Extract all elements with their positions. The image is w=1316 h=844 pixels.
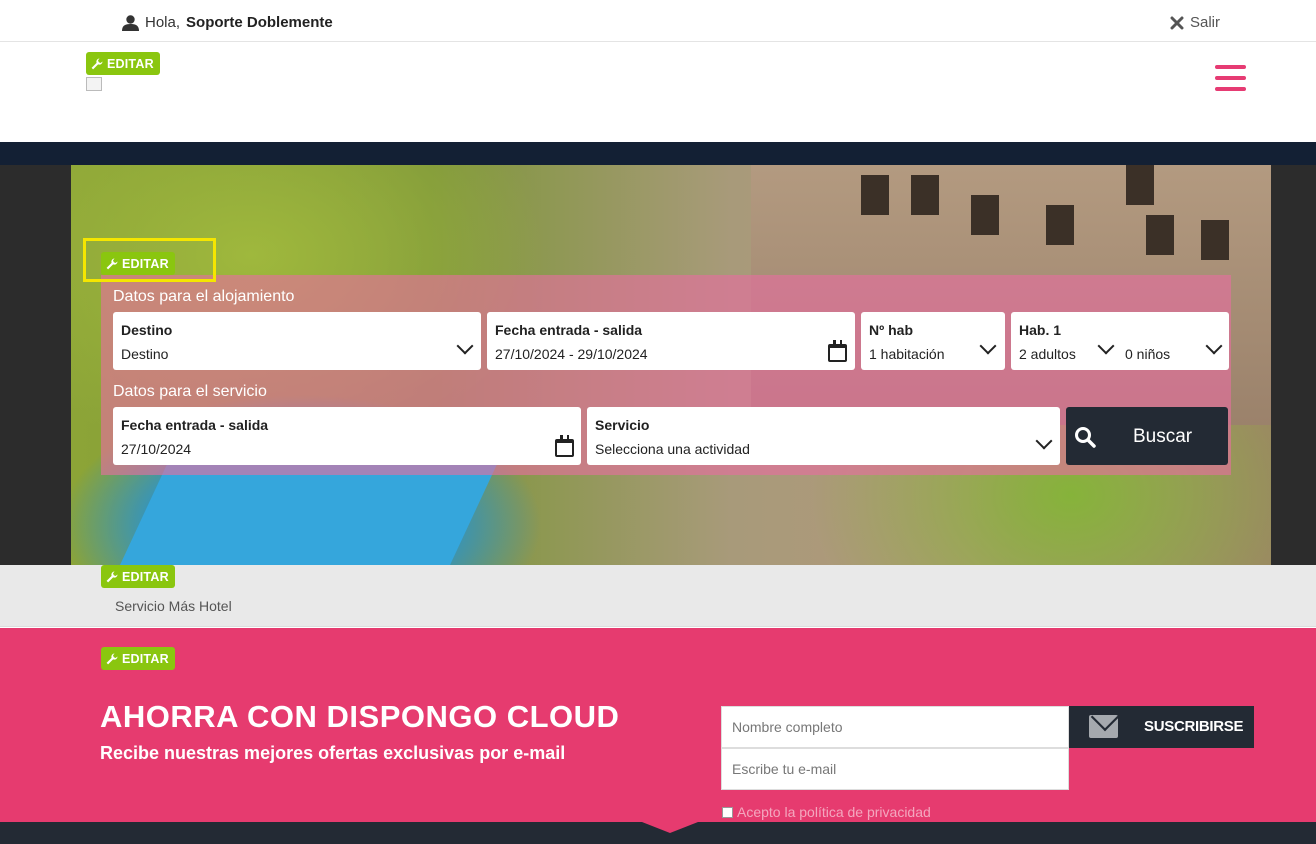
rooms-value: 1 habitación bbox=[869, 346, 945, 362]
edit-newsletter-button[interactable]: EDITAR bbox=[101, 647, 175, 670]
close-icon bbox=[1170, 16, 1184, 29]
wrench-icon bbox=[106, 653, 118, 664]
calendar-icon bbox=[555, 435, 574, 457]
user-icon bbox=[122, 14, 139, 31]
destino-title: Destino bbox=[121, 322, 173, 338]
rooms-title: Nº hab bbox=[869, 322, 914, 338]
edit-logo-button[interactable]: EDITAR bbox=[86, 52, 160, 75]
edit-label: EDITAR bbox=[122, 651, 169, 666]
calendar-icon bbox=[828, 340, 847, 362]
service-section-title: Datos para el servicio bbox=[113, 383, 267, 400]
hamburger-icon[interactable] bbox=[1215, 65, 1246, 93]
chevron-down-icon bbox=[1097, 337, 1115, 355]
newsletter-subtitle: Recibe nuestras mejores ofertas exclusiv… bbox=[100, 743, 566, 763]
highlight-box bbox=[83, 238, 216, 282]
rooms-select[interactable]: Nº hab 1 habitación bbox=[861, 312, 1005, 370]
site-logo[interactable] bbox=[86, 77, 102, 91]
subscribe-button[interactable]: SUSCRIBIRSE bbox=[1069, 706, 1254, 748]
privacy-consent: Acepto la política de privacidad bbox=[722, 804, 931, 820]
chevron-down-icon bbox=[1035, 432, 1053, 450]
nav-strip bbox=[0, 142, 1316, 165]
chevron-down-icon bbox=[1205, 337, 1223, 355]
greeting-text: Hola, bbox=[145, 14, 181, 31]
wrench-icon bbox=[91, 58, 103, 69]
newsletter-section: AHORRA CON DISPONGO CLOUD Recibe nuestra… bbox=[0, 628, 1316, 822]
logout-label: Salir bbox=[1190, 14, 1221, 31]
search-icon bbox=[1075, 427, 1096, 448]
service-value: Selecciona una actividad bbox=[595, 441, 750, 457]
footer-notch bbox=[642, 822, 698, 833]
destino-select[interactable]: Destino Destino bbox=[113, 312, 481, 370]
email-input[interactable]: Escribe tu e-mail bbox=[721, 748, 1069, 790]
service-title: Servicio bbox=[595, 417, 650, 433]
chevron-down-icon bbox=[456, 337, 474, 355]
name-input[interactable]: Nombre completo bbox=[721, 706, 1069, 748]
room1-occupancy: Hab. 1 2 adultos 0 niños bbox=[1011, 312, 1229, 370]
service-date-title: Fecha entrada - salida bbox=[121, 417, 269, 433]
service-date-field[interactable]: Fecha entrada - salida 27/10/2024 bbox=[113, 407, 581, 465]
subscribe-label: SUSCRIBIRSE bbox=[1144, 718, 1244, 735]
wrench-icon bbox=[106, 571, 118, 582]
service-select[interactable]: Servicio Selecciona una actividad bbox=[587, 407, 1060, 465]
pool bbox=[115, 465, 497, 565]
username: Soporte Doblemente bbox=[186, 14, 333, 31]
children-select[interactable]: 0 niños bbox=[1125, 346, 1170, 362]
edit-label: EDITAR bbox=[107, 56, 154, 71]
user-greeting: Hola, Soporte Doblemente bbox=[122, 14, 333, 31]
chevron-down-icon bbox=[979, 337, 997, 355]
search-button-label: Buscar bbox=[1133, 426, 1193, 447]
edit-label: EDITAR bbox=[122, 569, 169, 584]
service-date-value: 27/10/2024 bbox=[121, 441, 192, 457]
room1-title: Hab. 1 bbox=[1019, 322, 1062, 338]
lodging-dates-field[interactable]: Fecha entrada - salida 27/10/2024 - 29/1… bbox=[487, 312, 855, 370]
logout-button[interactable]: Salir bbox=[1170, 14, 1220, 31]
lodging-section-title: Datos para el alojamiento bbox=[113, 288, 295, 305]
envelope-icon bbox=[1089, 715, 1118, 738]
privacy-checkbox[interactable] bbox=[722, 806, 733, 818]
privacy-label[interactable]: Acepto la política de privacidad bbox=[737, 804, 931, 820]
adults-select[interactable]: 2 adultos bbox=[1019, 346, 1076, 362]
newsletter-title: AHORRA CON DISPONGO CLOUD bbox=[100, 699, 620, 734]
edit-service-button[interactable]: EDITAR bbox=[101, 565, 175, 588]
service-bar: Servicio Más Hotel bbox=[0, 565, 1316, 627]
service-text: Servicio Más Hotel bbox=[115, 598, 232, 614]
lodging-dates-title: Fecha entrada - salida bbox=[495, 322, 643, 338]
lodging-dates-value: 27/10/2024 - 29/10/2024 bbox=[495, 346, 648, 362]
search-button[interactable]: Buscar bbox=[1066, 407, 1228, 465]
user-bar: Hola, Soporte Doblemente Salir bbox=[0, 0, 1316, 42]
destino-value: Destino bbox=[121, 346, 169, 362]
site-header bbox=[0, 42, 1316, 142]
